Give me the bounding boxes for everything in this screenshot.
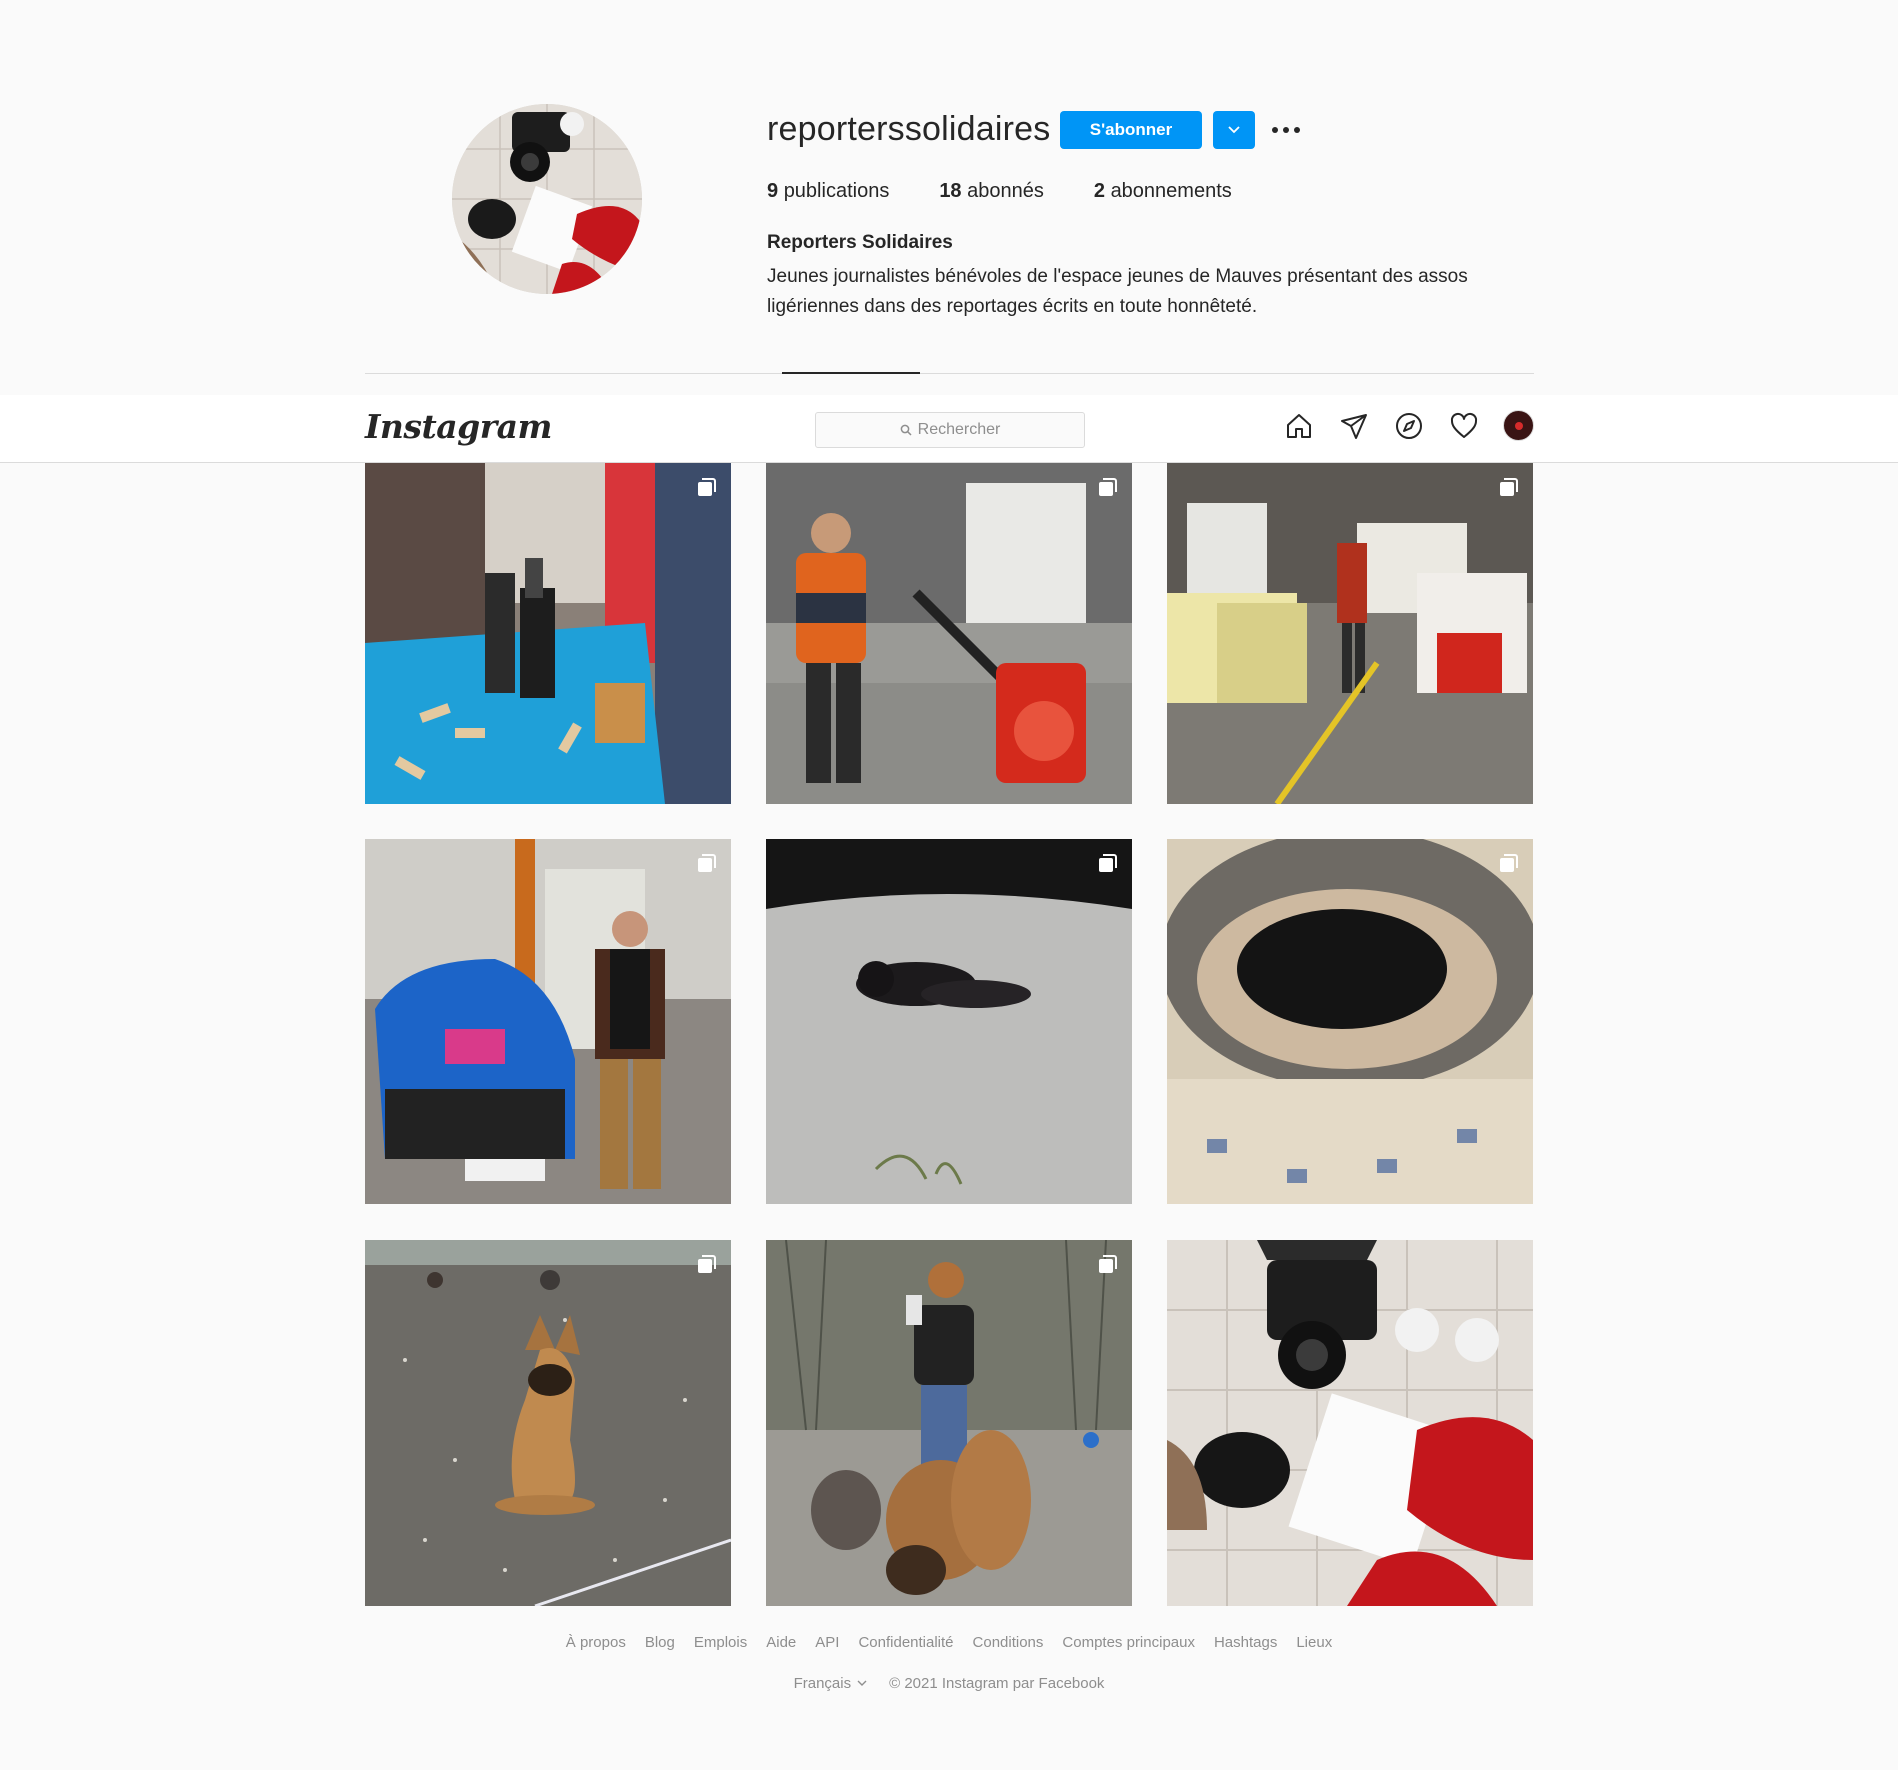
footer-links: À propos Blog Emplois Aide API Confident… bbox=[0, 1634, 1898, 1651]
posts-grid bbox=[365, 463, 1534, 1606]
posts-count: 9 bbox=[767, 180, 779, 202]
search-placeholder: Rechercher bbox=[917, 421, 1001, 438]
profile-full-name: Reporters Solidaires bbox=[767, 232, 953, 253]
tabs-divider bbox=[365, 373, 1534, 374]
carousel-icon bbox=[1099, 1255, 1117, 1273]
post-tile[interactable] bbox=[766, 1240, 1132, 1606]
profile-avatar-icon[interactable] bbox=[1503, 410, 1534, 441]
carousel-icon bbox=[1099, 478, 1117, 496]
post-tile[interactable] bbox=[1167, 1240, 1533, 1606]
post-image bbox=[766, 463, 1132, 804]
instagram-logo[interactable]: Instagram bbox=[365, 407, 552, 446]
footer-bottom: Français © 2021 Instagram par Facebook bbox=[0, 1675, 1898, 1692]
following-label: abonnements bbox=[1110, 180, 1232, 202]
footer-link[interactable]: Aide bbox=[766, 1634, 796, 1651]
post-image bbox=[365, 1240, 731, 1606]
post-tile[interactable] bbox=[1167, 463, 1533, 804]
followers-stat[interactable]: 18 abonnés bbox=[939, 180, 1044, 203]
search-input[interactable]: Rechercher bbox=[815, 412, 1085, 448]
post-tile[interactable] bbox=[1167, 839, 1533, 1204]
footer-link[interactable]: Blog bbox=[645, 1634, 675, 1651]
post-tile[interactable] bbox=[365, 463, 731, 804]
footer-link[interactable]: Confidentialité bbox=[858, 1634, 953, 1651]
activity-heart-icon[interactable] bbox=[1448, 410, 1479, 441]
carousel-icon bbox=[1500, 854, 1518, 872]
profile-header: reporterssolidaires S'abonner 9 publicat… bbox=[0, 0, 1898, 395]
footer-link[interactable]: Hashtags bbox=[1214, 1634, 1277, 1651]
language-select[interactable]: Français bbox=[794, 1675, 868, 1692]
profile-bio: Jeunes journalistes bénévoles de l'espac… bbox=[767, 262, 1527, 322]
ellipsis-icon bbox=[1272, 127, 1300, 133]
post-image bbox=[1167, 463, 1533, 804]
post-tile[interactable] bbox=[365, 839, 731, 1204]
search-icon bbox=[900, 424, 912, 436]
followers-count: 18 bbox=[939, 180, 962, 202]
avatar-photo bbox=[452, 104, 642, 294]
post-image bbox=[766, 839, 1132, 1204]
post-image bbox=[365, 463, 731, 804]
footer-link[interactable]: Emplois bbox=[694, 1634, 747, 1651]
post-image bbox=[365, 839, 731, 1204]
explore-icon[interactable] bbox=[1393, 410, 1424, 441]
post-tile[interactable] bbox=[365, 1240, 731, 1606]
posts-stat: 9 publications bbox=[767, 180, 889, 203]
following-count: 2 bbox=[1093, 180, 1105, 202]
footer-link[interactable]: Comptes principaux bbox=[1062, 1634, 1195, 1651]
posts-label: publications bbox=[783, 180, 890, 202]
post-tile[interactable] bbox=[766, 839, 1132, 1204]
suggested-dropdown-button[interactable] bbox=[1213, 111, 1255, 149]
language-label: Français bbox=[793, 1675, 852, 1692]
footer-link[interactable]: À propos bbox=[566, 1634, 626, 1651]
more-options-button[interactable] bbox=[1268, 111, 1304, 149]
post-image bbox=[1167, 839, 1533, 1204]
direct-icon[interactable] bbox=[1338, 410, 1369, 441]
nav-icons bbox=[1283, 410, 1534, 441]
post-image bbox=[766, 1240, 1132, 1606]
profile-username: reporterssolidaires bbox=[767, 110, 1051, 148]
profile-stats: 9 publications 18 abonnés 2 abonnements bbox=[767, 180, 1232, 203]
bio-line: ligériennes dans des reportages écrits e… bbox=[767, 296, 1258, 317]
following-stat[interactable]: 2 abonnements bbox=[1094, 180, 1232, 203]
post-image bbox=[1167, 1240, 1533, 1606]
carousel-icon bbox=[1099, 854, 1117, 872]
post-tile[interactable] bbox=[766, 463, 1132, 804]
home-icon[interactable] bbox=[1283, 410, 1314, 441]
footer-link[interactable]: Lieux bbox=[1296, 1634, 1332, 1651]
footer-link[interactable]: API bbox=[815, 1634, 839, 1651]
carousel-icon bbox=[1500, 478, 1518, 496]
carousel-icon bbox=[698, 854, 716, 872]
carousel-icon bbox=[698, 1255, 716, 1273]
chevron-down-icon bbox=[1228, 126, 1240, 134]
bio-line: Jeunes journalistes bénévoles de l'espac… bbox=[767, 266, 1468, 287]
chevron-down-icon bbox=[857, 1680, 867, 1686]
active-tab-indicator bbox=[782, 372, 920, 374]
follow-button[interactable]: S'abonner bbox=[1060, 111, 1202, 149]
profile-avatar[interactable] bbox=[452, 104, 642, 294]
copyright-text: © 2021 Instagram par Facebook bbox=[889, 1675, 1105, 1692]
carousel-icon bbox=[698, 478, 716, 496]
top-navbar: Instagram Rechercher bbox=[0, 395, 1898, 463]
followers-label: abonnés bbox=[967, 180, 1044, 202]
footer-link[interactable]: Conditions bbox=[973, 1634, 1044, 1651]
